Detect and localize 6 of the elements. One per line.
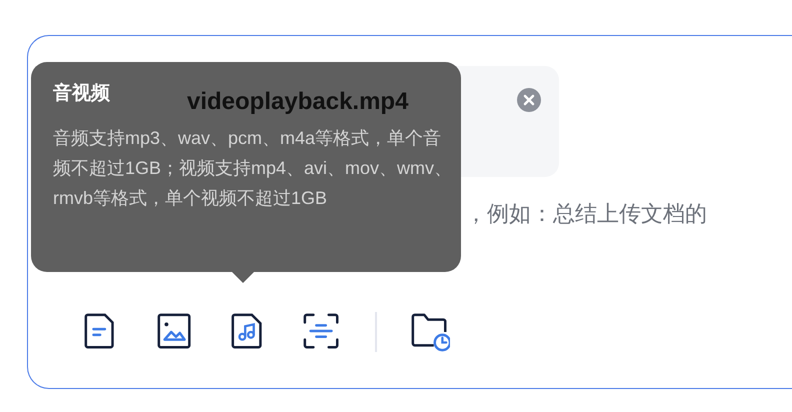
tooltip-title: 音视频 — [53, 82, 110, 106]
folder-clock-icon[interactable] — [410, 312, 450, 352]
tooltip-text: 音频支持mp3、wav、pcm、m4a等格式，单个音频不超过1GB；视频支持mp4、avi、mov、wmv、rmvb等格式，单个视频不超过1GB — [53, 126, 454, 210]
question-input-field[interactable]: ，例如：总结上传文档的 — [465, 197, 727, 230]
remove-icon[interactable] — [517, 88, 541, 112]
file-name: videoplayback.mp4 — [186, 90, 410, 114]
